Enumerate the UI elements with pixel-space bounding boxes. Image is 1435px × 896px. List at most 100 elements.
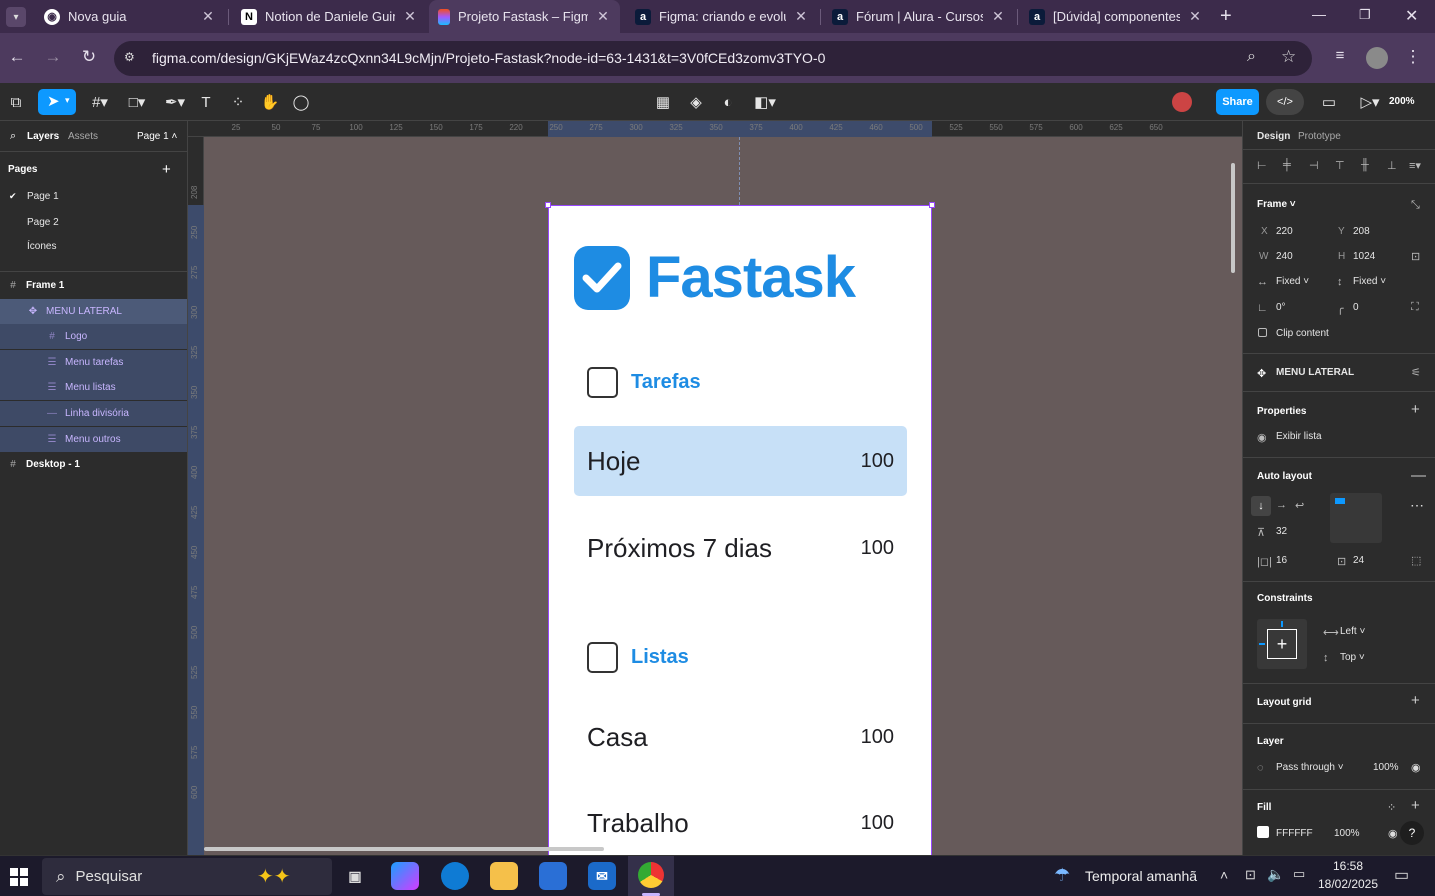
resources-icon[interactable]: ⁘ [228,92,248,112]
tab-assets[interactable]: Assets [68,131,98,142]
clock-date[interactable]: 18/02/2025 [1312,877,1384,891]
page-selector[interactable]: Page 1 ˄ [137,131,177,142]
layer-logo[interactable]: # Logo [0,324,187,349]
task-view-icon[interactable]: ▣ [341,862,369,890]
new-tab-icon[interactable]: + [1220,5,1232,28]
pen-tool-icon[interactable]: ✒▾ [160,92,190,112]
page-item-2[interactable]: Page 2 [27,217,59,228]
gap-field[interactable]: 32 [1276,526,1287,537]
boolean-ops-icon[interactable]: ◧▾ [750,92,780,112]
align-right-icon[interactable]: ⊣ [1309,159,1319,172]
vertical-sizing-select[interactable]: Fixed ˅ [1353,276,1386,287]
restore-icon[interactable]: ❐ [1359,7,1371,23]
figma-main-menu-icon[interactable]: ⧉ [6,92,26,112]
close-tab-icon[interactable]: ✕ [989,8,1007,25]
address-bar[interactable]: ⚙ figma.com/design/GKjEWaz4zcQxnn34L9cMj… [114,41,1312,76]
rotation-field[interactable]: 0° [1276,302,1286,313]
layer-menu-outros[interactable]: ☰ Menu outros [0,427,187,452]
mail-icon[interactable]: ✉ [588,862,616,890]
distribute-icon[interactable]: ≡▾ [1409,159,1421,172]
blend-mode-select[interactable]: Pass through ˅ [1276,762,1344,773]
individual-padding-icon[interactable]: ⬚ [1411,554,1421,567]
volume-icon[interactable]: 🔈 [1267,866,1284,883]
hand-tool-icon[interactable]: ✋ [260,92,280,112]
media-control-icon[interactable]: ≡ [1328,47,1352,64]
move-tool-button[interactable]: ➤ ▾ [38,89,76,115]
menu-item-proximos[interactable]: Próximos 7 dias 100 [574,513,907,583]
fill-visibility-eye-icon[interactable]: ◉ [1388,827,1398,840]
tab-prototype[interactable]: Prototype [1298,131,1341,142]
add-layout-grid-icon[interactable]: + [1411,692,1420,709]
align-top-icon[interactable]: ⊤ [1335,159,1345,172]
add-page-icon[interactable]: + [162,161,171,178]
grid-mask-icon[interactable]: ▦ [653,92,673,112]
close-tab-icon[interactable]: ✕ [401,8,419,25]
menu-item-casa[interactable]: Casa 100 [574,702,907,772]
frame-heading[interactable]: Frame ˅ [1257,199,1296,210]
weather-text[interactable]: Temporal amanhã [1085,868,1197,884]
horizontal-scrollbar[interactable] [204,847,604,851]
edge-icon[interactable] [441,862,469,890]
forward-icon[interactable]: → [41,47,65,67]
close-tab-icon[interactable]: ✕ [792,8,810,25]
search-icon[interactable]: ⌕ [10,130,16,143]
layer-linha-divisoria[interactable]: — Linha divisória [0,401,187,426]
fill-color-swatch[interactable] [1257,826,1269,838]
padding-vertical-field[interactable]: 24 [1353,555,1364,566]
notification-icon[interactable]: ▭ [1394,865,1409,885]
constraints-widget[interactable]: + [1257,619,1307,669]
share-button[interactable]: Share [1216,89,1259,115]
menu-lateral-frame[interactable]: Fastask Tarefas Hoje 100 Próximos 7 dias… [545,202,935,855]
resize-handle[interactable] [929,202,935,208]
styles-grid-icon[interactable]: ⁘ [1387,801,1396,814]
copilot-app-icon[interactable] [391,862,419,890]
menu-item-hoje[interactable]: Hoje 100 [574,426,907,496]
present-icon[interactable]: ▷▾ [1355,92,1385,112]
shape-tool-icon[interactable]: □▾ [122,92,152,112]
close-tab-icon[interactable]: ✕ [199,8,217,25]
direction-wrap-icon[interactable]: ↩ [1295,499,1304,512]
close-window-icon[interactable]: ✕ [1405,6,1418,26]
menu-item-trabalho[interactable]: Trabalho 100 [574,788,907,855]
layer-frame-1[interactable]: # Frame 1 [0,273,187,298]
component-create-icon[interactable]: ◈ [686,92,706,112]
visibility-eye-icon[interactable]: ◉ [1411,761,1421,774]
chrome-menu-icon[interactable]: ⋮ [1401,47,1425,67]
tray-apps-icon[interactable]: ⊡ [1245,867,1256,883]
fill-hex-field[interactable]: FFFFFF [1276,828,1313,839]
y-field[interactable]: 208 [1353,226,1370,237]
align-h-center-icon[interactable]: ╪ [1283,159,1291,171]
layer-menu-lateral[interactable]: ✥ MENU LATERAL [0,299,187,324]
layer-menu-listas[interactable]: ☰ Menu listas [0,375,187,400]
more-options-icon[interactable]: ⋯ [1410,497,1424,514]
text-tool-icon[interactable]: T [196,92,216,112]
x-field[interactable]: 220 [1276,226,1293,237]
constrain-proportions-icon[interactable]: ⊡ [1411,250,1420,263]
h-field[interactable]: 1024 [1353,251,1375,262]
horizontal-sizing-select[interactable]: Fixed ˅ [1276,276,1309,287]
design-canvas[interactable]: Fastask Tarefas Hoje 100 Próximos 7 dias… [204,137,1242,855]
tab-notion[interactable]: N Notion de Daniele Guim ✕ [232,0,427,33]
fill-opacity-field[interactable]: 100% [1334,828,1360,839]
clip-content-checkbox[interactable] [1258,328,1267,337]
frame-tool-icon[interactable]: #▾ [85,92,115,112]
back-icon[interactable]: ← [5,47,29,67]
page-item-icones[interactable]: Ícones [27,241,56,252]
property-item[interactable]: Exibir lista [1276,431,1322,442]
direction-vertical-icon[interactable]: ↓ [1251,496,1271,516]
component-name[interactable]: MENU LATERAL [1276,367,1354,378]
vertical-constraint-select[interactable]: Top ˅ [1340,652,1365,663]
padding-horizontal-field[interactable]: 16 [1276,555,1287,566]
bookmark-star-icon[interactable]: ☆ [1281,47,1296,67]
library-icon[interactable]: ▭ [1319,92,1339,112]
tray-chevron-icon[interactable]: ˄ [1220,867,1228,883]
tab-duvida[interactable]: a [Dúvida] componentes ✕ [1020,0,1212,33]
independent-corners-icon[interactable]: ⛶ [1411,301,1419,314]
direction-horizontal-icon[interactable]: → [1276,499,1287,511]
zoom-search-icon[interactable]: ⌕ [1247,48,1256,66]
page-item-1[interactable]: Page 1 [27,191,59,202]
corner-radius-field[interactable]: 0 [1353,302,1359,313]
chrome-taskbar-active[interactable] [628,856,674,896]
contrast-icon[interactable]: ◐ [718,92,738,112]
align-v-center-icon[interactable]: ╫ [1361,159,1369,171]
